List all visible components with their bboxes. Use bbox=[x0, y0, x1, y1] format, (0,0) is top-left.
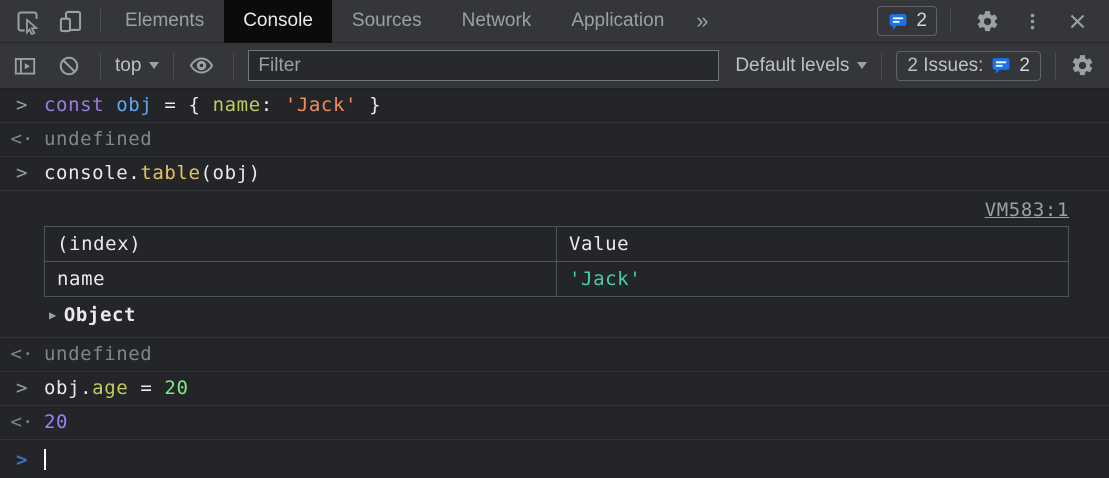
console-messages-badge[interactable]: 2 bbox=[877, 6, 937, 36]
divider bbox=[100, 9, 101, 33]
table-row[interactable]: name 'Jack' bbox=[44, 261, 1069, 297]
create-live-expression-eye-icon[interactable] bbox=[188, 52, 215, 79]
text-cursor bbox=[44, 449, 46, 470]
console-command-3[interactable]: > obj.age = 20 bbox=[0, 372, 1109, 406]
toggle-device-toolbar-icon[interactable] bbox=[57, 8, 84, 35]
result-arrow-icon: <· bbox=[10, 343, 34, 365]
divider bbox=[173, 52, 175, 79]
result-text: 20 bbox=[44, 411, 69, 433]
console-command-2[interactable]: > console.table(obj) bbox=[0, 157, 1109, 191]
console-result-1: <· undefined bbox=[0, 123, 1109, 157]
prompt-chevron: > bbox=[15, 449, 29, 471]
object-preview-label: Object bbox=[63, 304, 137, 326]
divider bbox=[1055, 52, 1056, 79]
table-header-row: (index) Value bbox=[44, 226, 1069, 262]
console-sidebar-toggle-icon[interactable] bbox=[12, 53, 38, 79]
divider bbox=[233, 52, 235, 79]
table-cell-key: name bbox=[44, 261, 557, 297]
divider bbox=[881, 52, 883, 79]
command-text: obj.age = 20 bbox=[44, 377, 189, 399]
issues-count: 2 bbox=[1019, 54, 1030, 76]
console-command-1[interactable]: > const obj = { name: 'Jack' } bbox=[0, 89, 1109, 123]
log-levels-label: Default levels bbox=[735, 54, 850, 76]
chevron-down-icon bbox=[857, 62, 868, 69]
command-text: const obj = { name: 'Jack' } bbox=[44, 94, 382, 116]
command-chevron: > bbox=[15, 162, 29, 184]
tab-sources[interactable]: Sources bbox=[332, 0, 442, 43]
close-icon[interactable] bbox=[1054, 9, 1101, 34]
message-count: 2 bbox=[916, 10, 927, 31]
command-chevron: > bbox=[15, 94, 29, 116]
divider bbox=[100, 52, 101, 79]
command-chevron: > bbox=[15, 377, 29, 399]
console-toolbar: top Default levels 2 Issues: 2 bbox=[0, 43, 1109, 89]
tab-console[interactable]: Console bbox=[224, 0, 332, 43]
console-table-output: VM583:1 (index) Value name 'Jack' ▶ Obje… bbox=[0, 191, 1109, 338]
result-arrow-icon: <· bbox=[10, 128, 34, 150]
console-settings-gear-icon[interactable] bbox=[1070, 53, 1095, 78]
more-tabs-button[interactable]: » bbox=[684, 8, 720, 34]
settings-gear-icon[interactable] bbox=[964, 9, 1011, 34]
command-text: console.table(obj) bbox=[44, 162, 261, 184]
expand-triangle-icon: ▶ bbox=[49, 308, 57, 322]
result-text: undefined bbox=[44, 343, 153, 365]
object-preview-expander[interactable]: ▶ Object bbox=[44, 304, 1069, 326]
kebab-menu-icon[interactable] bbox=[1011, 9, 1054, 34]
tab-network[interactable]: Network bbox=[442, 0, 552, 43]
table-header-value[interactable]: Value bbox=[556, 226, 1069, 262]
context-selector-label: top bbox=[115, 54, 142, 76]
table-cell-value: 'Jack' bbox=[556, 261, 1069, 297]
inspect-element-icon[interactable] bbox=[14, 8, 41, 35]
console-table: (index) Value name 'Jack' bbox=[44, 226, 1069, 297]
table-header-index[interactable]: (index) bbox=[44, 226, 557, 262]
console-result-3: <· 20 bbox=[0, 406, 1109, 440]
divider bbox=[950, 9, 951, 33]
issues-badge[interactable]: 2 Issues: 2 bbox=[896, 50, 1041, 81]
source-link[interactable]: VM583:1 bbox=[44, 199, 1069, 221]
filter-input[interactable] bbox=[248, 50, 720, 81]
tab-elements[interactable]: Elements bbox=[105, 0, 224, 43]
console-input[interactable] bbox=[44, 449, 1109, 471]
devtools-tab-bar: Elements Console Sources Network Applica… bbox=[0, 0, 1109, 43]
result-arrow-icon: <· bbox=[10, 411, 34, 433]
clear-console-icon[interactable] bbox=[56, 53, 82, 79]
issues-label: 2 Issues: bbox=[907, 54, 984, 76]
chevron-down-icon bbox=[149, 62, 160, 69]
context-selector[interactable]: top bbox=[115, 54, 160, 77]
tab-application[interactable]: Application bbox=[551, 0, 684, 43]
message-bubble-icon bbox=[887, 11, 909, 32]
console-result-2: <· undefined bbox=[0, 338, 1109, 372]
console-prompt[interactable]: > bbox=[0, 440, 1109, 477]
result-text: undefined bbox=[44, 128, 153, 150]
log-levels-selector[interactable]: Default levels bbox=[735, 54, 868, 77]
console-messages: > const obj = { name: 'Jack' } <· undefi… bbox=[0, 89, 1109, 477]
issue-bubble-icon bbox=[990, 55, 1012, 76]
